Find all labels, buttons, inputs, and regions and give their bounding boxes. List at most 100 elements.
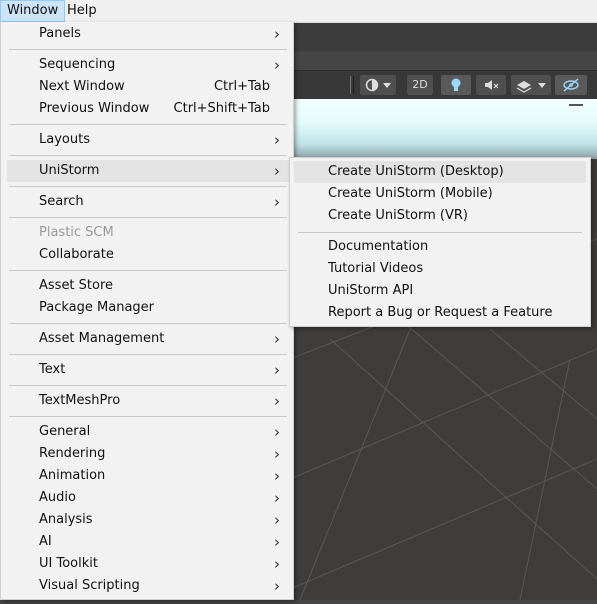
- layers-icon: [516, 81, 546, 93]
- menu-item-label: General: [39, 424, 91, 439]
- chevron-right-icon: ›: [274, 467, 280, 485]
- editor-strip: [290, 51, 597, 69]
- menu-item-next-window[interactable]: Next Window Ctrl+Tab: [7, 76, 289, 98]
- menu-item-label: Visual Scripting: [39, 578, 140, 593]
- menu-item-visual-scripting[interactable]: Visual Scripting ›: [7, 575, 289, 597]
- chevron-right-icon: ›: [274, 131, 280, 149]
- chevron-right-icon: ›: [274, 25, 280, 43]
- menu-item-ui-toolkit[interactable]: UI Toolkit ›: [7, 553, 289, 575]
- editor-tab-bar: [290, 23, 597, 51]
- scene-toolbar: 2D: [290, 70, 597, 100]
- chevron-right-icon: ›: [274, 423, 280, 441]
- menu-item-label: AI: [39, 534, 52, 549]
- menu-separator: [9, 270, 287, 271]
- lightbulb-icon: [451, 78, 461, 91]
- toolbar-separator: [350, 76, 354, 94]
- shortcut-label: Ctrl+Shift+Tab: [173, 101, 270, 116]
- menu-item-asset-store[interactable]: Asset Store: [7, 275, 289, 297]
- menu-item-previous-window[interactable]: Previous Window Ctrl+Shift+Tab: [7, 98, 289, 120]
- submenu-item-label: Tutorial Videos: [328, 261, 424, 276]
- menu-item-label: Rendering: [39, 446, 106, 461]
- chevron-right-icon: ›: [274, 361, 280, 379]
- menu-item-analysis[interactable]: Analysis ›: [7, 509, 289, 531]
- menu-item-label: Panels: [39, 26, 81, 41]
- menu-item-sequencing[interactable]: Sequencing ›: [7, 54, 289, 76]
- menu-separator: [9, 385, 287, 386]
- menu-item-label: Plastic SCM: [39, 225, 114, 240]
- menu-item-general[interactable]: General ›: [7, 421, 289, 443]
- menu-item-label: Animation: [39, 468, 106, 483]
- unistorm-submenu: Create UniStorm (Desktop) Create UniStor…: [289, 157, 591, 327]
- menu-item-label: UniStorm: [39, 163, 100, 178]
- submenu-item-create-mobile[interactable]: Create UniStorm (Mobile): [294, 183, 586, 205]
- menu-help[interactable]: Help: [61, 0, 103, 22]
- toggle-2d-button[interactable]: 2D: [407, 75, 433, 95]
- menu-item-label: Search: [39, 194, 84, 209]
- menu-separator: [9, 323, 287, 324]
- submenu-item-label: Create UniStorm (Mobile): [328, 186, 493, 201]
- chevron-right-icon: ›: [274, 555, 280, 573]
- menu-item-textmeshpro[interactable]: TextMeshPro ›: [7, 390, 289, 412]
- chevron-right-icon: ›: [274, 56, 280, 74]
- menu-item-search[interactable]: Search ›: [7, 191, 289, 213]
- menu-item-label: Layouts: [39, 132, 90, 147]
- menu-item-package-manager[interactable]: Package Manager: [7, 297, 289, 319]
- submenu-item-unistorm-api[interactable]: UniStorm API: [294, 280, 586, 302]
- menu-item-unistorm[interactable]: UniStorm ›: [7, 160, 289, 182]
- menu-icon[interactable]: [569, 104, 583, 106]
- chevron-right-icon: ›: [274, 162, 280, 180]
- menu-item-rendering[interactable]: Rendering ›: [7, 443, 289, 465]
- menu-item-animation[interactable]: Animation ›: [7, 465, 289, 487]
- visibility-toggle-button[interactable]: [555, 75, 587, 95]
- menu-item-label: Next Window: [39, 79, 125, 94]
- audio-mute-icon: [485, 80, 499, 90]
- lighting-toggle-button[interactable]: [441, 75, 471, 95]
- menu-item-collaborate[interactable]: Collaborate: [7, 244, 289, 266]
- chevron-right-icon: ›: [274, 193, 280, 211]
- menu-item-label: Analysis: [39, 512, 93, 527]
- menu-separator: [9, 354, 287, 355]
- menu-separator: [9, 124, 287, 125]
- menu-window[interactable]: Window: [0, 0, 66, 22]
- menu-item-label: Collaborate: [39, 247, 114, 262]
- submenu-item-create-desktop[interactable]: Create UniStorm (Desktop): [294, 161, 586, 183]
- chevron-right-icon: ›: [274, 533, 280, 551]
- chevron-right-icon: ›: [274, 511, 280, 529]
- shading-sphere-icon: [365, 78, 391, 92]
- chevron-right-icon: ›: [274, 392, 280, 410]
- window-menu-dropdown: Panels › Sequencing › Next Window Ctrl+Tab …: [0, 22, 294, 600]
- shading-mode-button[interactable]: [360, 75, 396, 95]
- menu-item-ai[interactable]: AI ›: [7, 531, 289, 553]
- submenu-item-label: UniStorm API: [328, 283, 414, 298]
- chevron-right-icon: ›: [274, 330, 280, 348]
- menu-item-label: Package Manager: [39, 300, 155, 315]
- menu-item-audio[interactable]: Audio ›: [7, 487, 289, 509]
- menu-item-label: Sequencing: [39, 57, 116, 72]
- menu-separator: [9, 217, 287, 218]
- menu-item-label: Text: [39, 362, 66, 377]
- submenu-item-label: Create UniStorm (Desktop): [328, 164, 504, 179]
- menu-item-label: Asset Store: [39, 278, 114, 293]
- menu-separator: [298, 232, 582, 233]
- chevron-right-icon: ›: [274, 577, 280, 595]
- shortcut-label: Ctrl+Tab: [213, 79, 270, 94]
- hidden-eye-icon: [563, 78, 579, 92]
- menu-item-label: Previous Window: [39, 101, 150, 116]
- submenu-item-documentation[interactable]: Documentation: [294, 236, 586, 258]
- audio-toggle-button[interactable]: [476, 75, 506, 95]
- menu-item-plastic-scm: Plastic SCM: [7, 222, 289, 244]
- submenu-item-report-bug[interactable]: Report a Bug or Request a Feature: [294, 302, 586, 324]
- menu-item-layouts[interactable]: Layouts ›: [7, 129, 289, 151]
- menu-separator: [9, 155, 287, 156]
- menu-item-text[interactable]: Text ›: [7, 359, 289, 381]
- submenu-item-label: Report a Bug or Request a Feature: [328, 305, 553, 320]
- submenu-item-tutorial-videos[interactable]: Tutorial Videos: [294, 258, 586, 280]
- menu-item-panels[interactable]: Panels ›: [7, 23, 289, 45]
- menu-item-label: Audio: [39, 490, 76, 505]
- submenu-item-create-vr[interactable]: Create UniStorm (VR): [294, 205, 586, 227]
- menu-item-asset-management[interactable]: Asset Management ›: [7, 328, 289, 350]
- effects-dropdown-button[interactable]: [511, 75, 551, 95]
- menu-separator: [9, 186, 287, 187]
- menu-item-label: UI Toolkit: [39, 556, 98, 571]
- menu-item-label: TextMeshPro: [39, 393, 121, 408]
